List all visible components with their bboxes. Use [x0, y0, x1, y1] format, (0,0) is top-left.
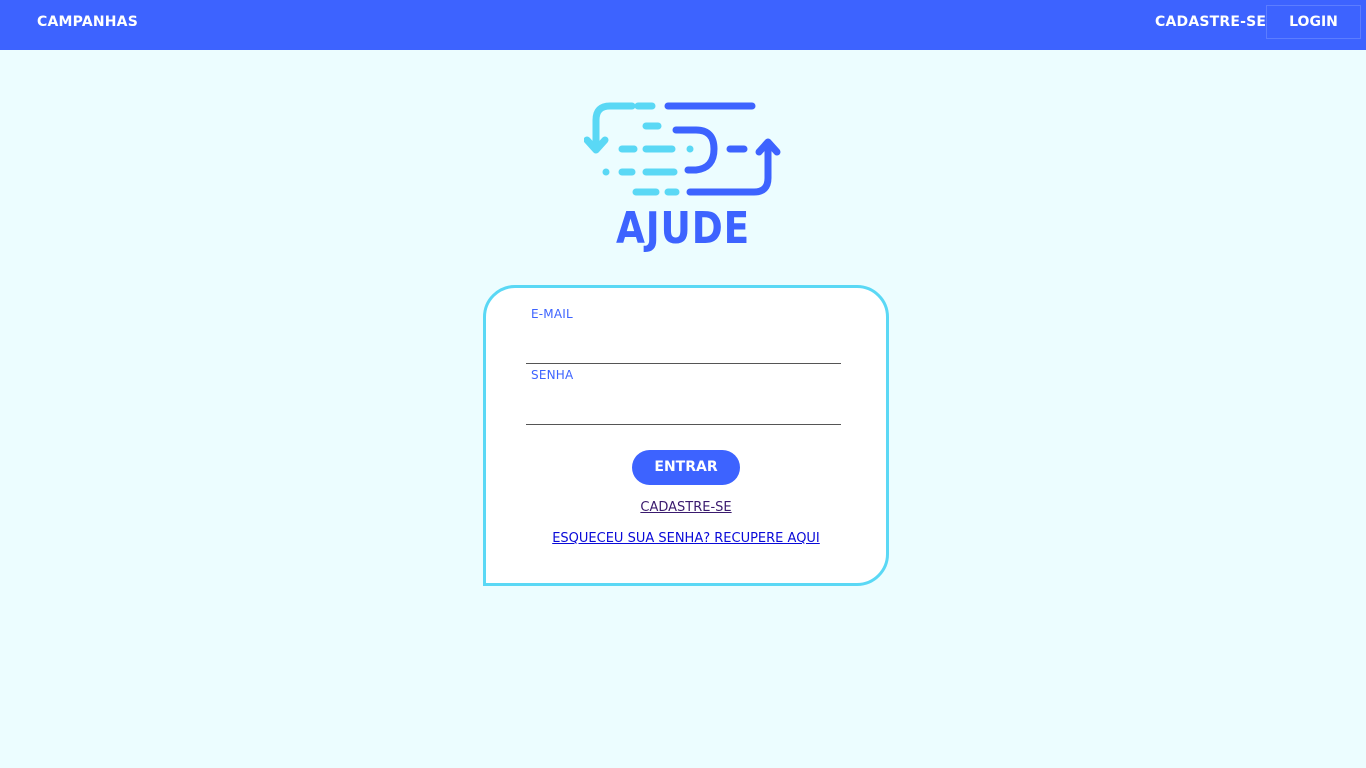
- recover-password-link[interactable]: ESQUECEU SUA SENHA? RECUPERE AQUI: [483, 531, 889, 546]
- nav-login-button[interactable]: LOGIN: [1266, 5, 1361, 39]
- email-field[interactable]: [526, 338, 841, 364]
- entrar-button[interactable]: ENTRAR: [632, 450, 740, 485]
- senha-label: SENHA: [531, 368, 574, 382]
- password-field[interactable]: [526, 399, 841, 425]
- nav-campanhas-link[interactable]: CAMPANHAS: [37, 0, 138, 44]
- ajude-logo-text: AJUDE: [615, 203, 751, 254]
- nav-cadastre-link[interactable]: CADASTRE-SE: [1155, 0, 1266, 44]
- top-navbar: CAMPANHAS CADASTRE-SE LOGIN: [0, 0, 1366, 50]
- email-label: E-MAIL: [531, 307, 573, 321]
- cadastre-link[interactable]: CADASTRE-SE: [483, 500, 889, 515]
